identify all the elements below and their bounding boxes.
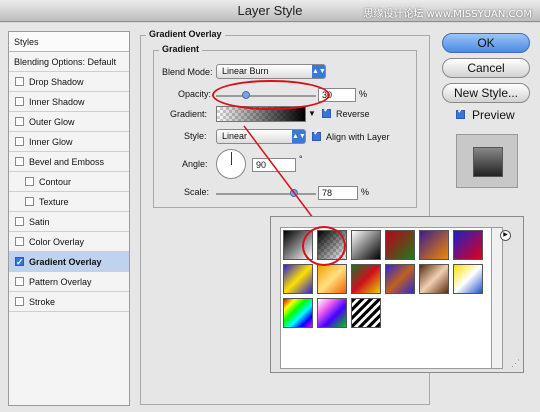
- scale-label: Scale:: [184, 187, 210, 197]
- gradient-swatch[interactable]: [419, 230, 449, 260]
- style-item-label: Satin: [29, 217, 50, 227]
- gradient-swatch[interactable]: [283, 298, 313, 328]
- style-item-label: Outer Glow: [29, 117, 75, 127]
- style-item-drop-shadow[interactable]: Drop Shadow: [9, 72, 129, 92]
- select-arrows-icon: ▲▼: [292, 130, 306, 143]
- gradient-dropdown-icon[interactable]: ▼: [308, 109, 316, 118]
- gradient-swatch[interactable]: [283, 264, 313, 294]
- style-item-inner-glow[interactable]: Inner Glow: [9, 132, 129, 152]
- style-item-blending-options-default[interactable]: Blending Options: Default: [9, 52, 129, 72]
- preview-checkbox[interactable]: [456, 105, 465, 119]
- style-item-label: Stroke: [29, 297, 56, 307]
- style-item-label: Color Overlay: [29, 237, 85, 247]
- blend-mode-select[interactable]: Linear Burn ▲▼: [216, 64, 326, 79]
- style-select[interactable]: Linear ▲▼: [216, 129, 306, 144]
- scale-slider-thumb[interactable]: [290, 189, 298, 197]
- styles-header[interactable]: Styles: [9, 32, 129, 52]
- gradient-swatch[interactable]: [453, 264, 483, 294]
- reverse-label: Reverse: [336, 109, 370, 119]
- style-item-texture[interactable]: Texture: [9, 192, 129, 212]
- blend-mode-value: Linear Burn: [222, 66, 269, 76]
- selected-swatch-highlight: [302, 226, 346, 266]
- scale-input[interactable]: 78: [318, 186, 358, 200]
- gradient-highlight-oval: [212, 80, 330, 110]
- angle-input[interactable]: 90: [252, 158, 296, 172]
- resize-grip-icon[interactable]: ⋰: [511, 358, 520, 369]
- gradient-swatch[interactable]: [317, 264, 347, 294]
- style-checkbox[interactable]: [15, 252, 24, 272]
- style-item-label: Pattern Overlay: [29, 277, 92, 287]
- blend-mode-label: Blend Mode:: [162, 67, 213, 77]
- style-item-label: Inner Glow: [29, 137, 73, 147]
- select-arrows-icon: ▲▼: [312, 65, 326, 78]
- style-checkbox[interactable]: [15, 97, 24, 106]
- style-checkbox[interactable]: [25, 197, 34, 206]
- style-label: Style:: [184, 131, 207, 141]
- styles-list: Styles Blending Options: Default Drop Sha…: [8, 31, 130, 406]
- align-with-layer-checkbox[interactable]: [312, 127, 321, 141]
- scale-slider-track[interactable]: [216, 193, 316, 195]
- reverse-checkbox[interactable]: [322, 104, 331, 118]
- style-checkbox[interactable]: [15, 237, 24, 246]
- group-title: Gradient Overlay: [146, 29, 225, 39]
- angle-label: Angle:: [182, 159, 208, 169]
- gradient-swatch[interactable]: [351, 298, 381, 328]
- gradient-swatch[interactable]: [351, 264, 381, 294]
- style-item-label: Bevel and Emboss: [29, 157, 105, 167]
- angle-dial[interactable]: [216, 149, 246, 179]
- gradient-swatch[interactable]: [385, 264, 415, 294]
- style-checkbox[interactable]: [15, 77, 24, 86]
- gradient-label: Gradient:: [170, 109, 208, 119]
- style-checkbox[interactable]: [15, 297, 24, 306]
- section-title: Gradient: [159, 44, 203, 54]
- style-value: Linear: [222, 131, 248, 141]
- picker-menu-icon[interactable]: ▶: [500, 230, 511, 241]
- align-with-layer-label: Align with Layer: [326, 132, 390, 142]
- cancel-button[interactable]: Cancel: [442, 58, 530, 78]
- style-checkbox[interactable]: [15, 117, 24, 126]
- scale-percent: %: [361, 187, 370, 197]
- preview-swatch: [456, 134, 518, 188]
- ok-button[interactable]: OK: [442, 33, 530, 53]
- style-item-gradient-overlay[interactable]: Gradient Overlay: [9, 252, 129, 272]
- style-checkbox[interactable]: [15, 277, 24, 286]
- style-item-inner-shadow[interactable]: Inner Shadow: [9, 92, 129, 112]
- gradient-swatch[interactable]: [351, 230, 381, 260]
- style-checkbox[interactable]: [15, 217, 24, 226]
- style-item-bevel-and-emboss[interactable]: Bevel and Emboss: [9, 152, 129, 172]
- gradient-section: Gradient Blend Mode: Linear Burn ▲▼ Opac…: [153, 44, 417, 208]
- style-item-label: Contour: [39, 177, 72, 187]
- style-checkbox[interactable]: [15, 157, 24, 166]
- style-item-stroke[interactable]: Stroke: [9, 292, 129, 312]
- preview-label: Preview: [472, 108, 515, 122]
- preview-thumbnail: [473, 147, 503, 177]
- opacity-label: Opacity:: [178, 89, 212, 99]
- style-item-label: Inner Shadow: [29, 97, 85, 107]
- picker-scrollbar[interactable]: [492, 227, 503, 369]
- style-item-label: Gradient Overlay: [29, 257, 102, 267]
- gradient-swatch[interactable]: [453, 230, 483, 260]
- style-item-pattern-overlay[interactable]: Pattern Overlay: [9, 272, 129, 292]
- style-item-outer-glow[interactable]: Outer Glow: [9, 112, 129, 132]
- new-style-button[interactable]: New Style...: [442, 83, 530, 103]
- style-item-label: Texture: [39, 197, 69, 207]
- style-checkbox[interactable]: [25, 177, 34, 186]
- gradient-swatch[interactable]: [317, 298, 347, 328]
- style-checkbox[interactable]: [15, 137, 24, 146]
- watermark: 思缘设计论坛 www.MISSYUAN.COM: [363, 9, 532, 20]
- style-item-label: Drop Shadow: [29, 77, 84, 87]
- style-item-satin[interactable]: Satin: [9, 212, 129, 232]
- style-item-label: Blending Options: Default: [14, 57, 117, 67]
- degree-symbol: °: [299, 154, 303, 164]
- gradient-swatch[interactable]: [419, 264, 449, 294]
- style-item-color-overlay[interactable]: Color Overlay: [9, 232, 129, 252]
- gradient-swatch[interactable]: [385, 230, 415, 260]
- opacity-percent: %: [359, 89, 368, 99]
- style-item-contour[interactable]: Contour: [9, 172, 129, 192]
